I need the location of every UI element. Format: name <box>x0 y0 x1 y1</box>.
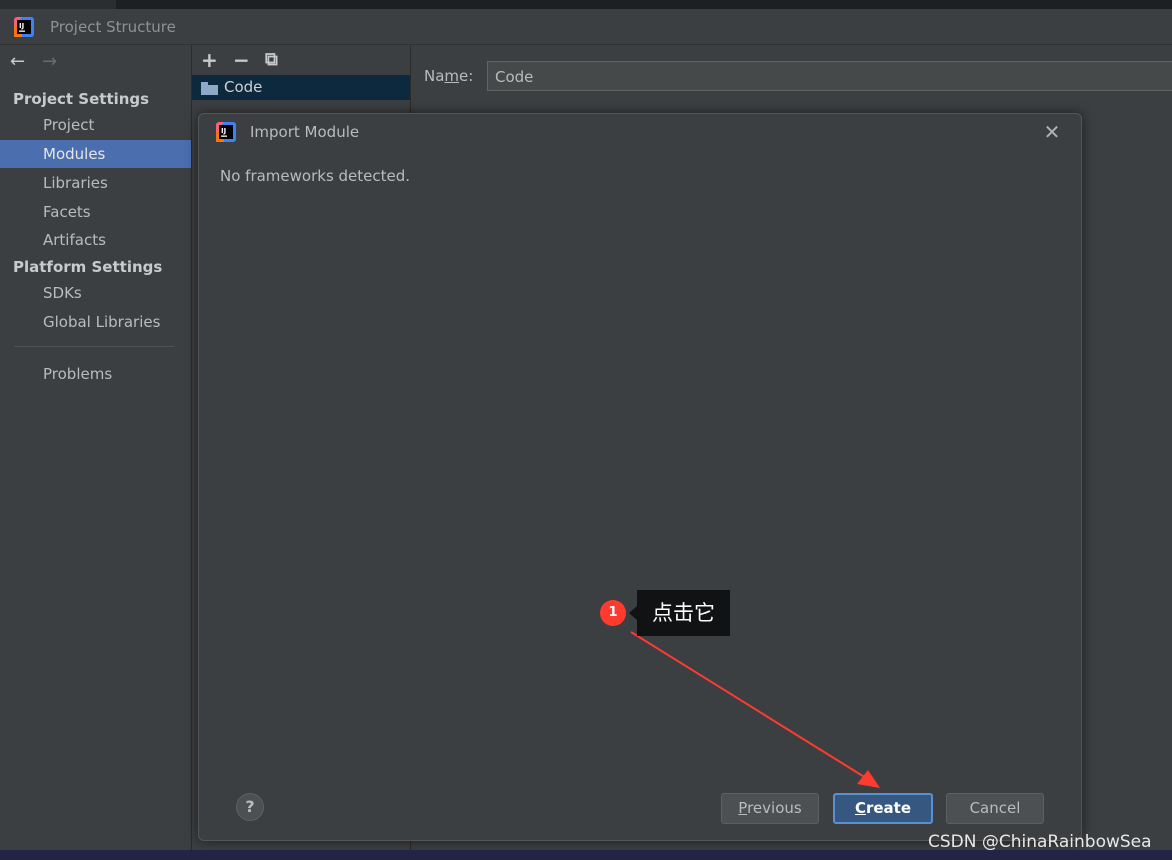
watermark: CSDN @ChinaRainbowSea <box>928 832 1152 852</box>
annotation-arrow <box>630 631 880 788</box>
annotation-tooltip-pointer <box>629 606 637 620</box>
annotation-tooltip: 点击它 <box>637 590 730 636</box>
annotation-badge: 1 <box>600 600 626 626</box>
